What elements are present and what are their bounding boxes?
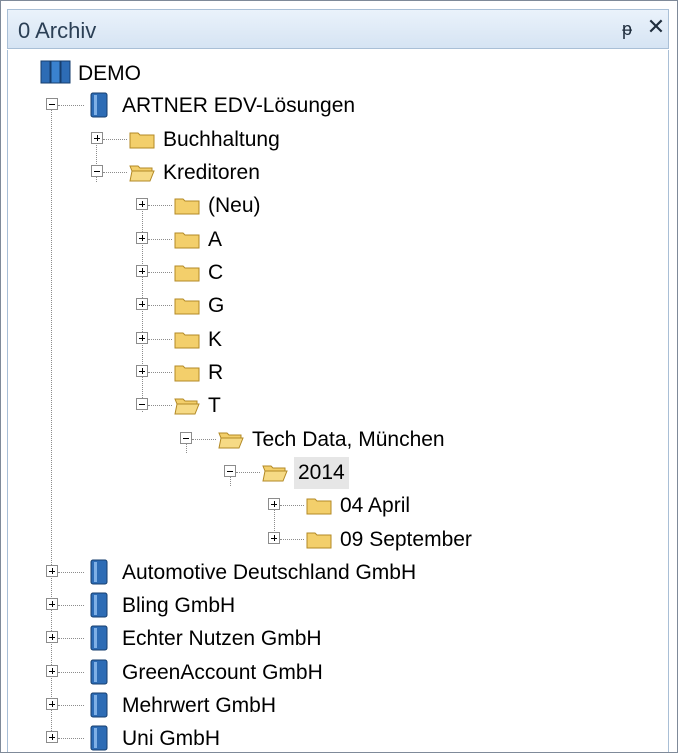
folder-icon (306, 498, 332, 515)
collapse-icon[interactable] (136, 398, 148, 410)
folder-icon (174, 198, 200, 215)
expand-icon[interactable] (268, 498, 280, 510)
tree-item-label: (Neu) (208, 194, 261, 217)
tree-item-label-selected: 2014 (294, 457, 349, 489)
tree-item-label: 09 September (340, 528, 472, 551)
expand-icon[interactable] (46, 598, 58, 610)
panel-title: 0 Archiv (18, 18, 97, 43)
book-icon (90, 725, 108, 751)
open-folder-icon (174, 398, 200, 415)
folder-icon (174, 365, 200, 382)
expand-icon[interactable] (136, 332, 148, 344)
collapse-icon[interactable] (180, 432, 192, 444)
collapse-icon[interactable] (91, 165, 103, 177)
close-icon[interactable]: ✕ (645, 14, 667, 40)
tree-item-label: Echter Nutzen GmbH (122, 627, 322, 650)
database-icon (40, 60, 71, 84)
open-folder-icon (218, 432, 244, 449)
open-folder-icon (262, 465, 288, 482)
expand-icon[interactable] (46, 731, 58, 743)
panel-titlebar: 0 Archiv ᵽ ✕ (7, 9, 669, 49)
tree-item-label: K (208, 328, 223, 351)
tree-item-label: A (208, 228, 223, 251)
book-icon (90, 92, 108, 118)
expand-icon[interactable] (136, 265, 148, 277)
collapse-icon[interactable] (224, 465, 236, 477)
tree-item-label: Uni GmbH (122, 727, 221, 750)
open-folder-icon (129, 165, 155, 182)
expand-icon[interactable] (91, 132, 103, 144)
tree-item-label: Kreditoren (163, 161, 260, 184)
tree-item-label: C (208, 261, 224, 284)
book-icon (90, 625, 108, 651)
tree-item-label: R (208, 361, 224, 384)
expand-icon[interactable] (268, 532, 280, 544)
tree-root-label: DEMO (78, 62, 141, 85)
folder-icon (174, 332, 200, 349)
book-icon (90, 559, 108, 585)
expand-icon[interactable] (46, 665, 58, 677)
expand-icon[interactable] (46, 565, 58, 577)
expand-icon[interactable] (136, 365, 148, 377)
expand-icon[interactable] (136, 198, 148, 210)
expand-icon[interactable] (136, 232, 148, 244)
expand-icon[interactable] (136, 298, 148, 310)
tree-item-label: Bling GmbH (122, 594, 236, 617)
tree-item-label: Buchhaltung (163, 128, 280, 151)
expand-icon[interactable] (46, 698, 58, 710)
collapse-icon[interactable] (46, 98, 58, 110)
tree-item-label: ARTNER EDV-Lösungen (122, 94, 356, 117)
tree-item-label: Mehrwert GmbH (122, 694, 277, 717)
book-icon (90, 692, 108, 718)
tree-item-label: G (208, 294, 225, 317)
folder-icon (174, 265, 200, 282)
folder-icon (174, 232, 200, 249)
tree-item-label: 04 April (340, 494, 411, 517)
book-icon (90, 659, 108, 685)
folder-icon (129, 132, 155, 149)
expand-icon[interactable] (46, 631, 58, 643)
tree-item-label: T (208, 394, 221, 417)
folder-icon (306, 532, 332, 549)
folder-icon (174, 298, 200, 315)
archive-tree: DEMO ARTNER EDV-Lösungen Buchhaltung Kre… (7, 50, 669, 752)
tree-item-label: Automotive Deutschland GmbH (122, 561, 417, 584)
pin-icon[interactable]: ᵽ (617, 16, 637, 42)
book-icon (90, 592, 108, 618)
tree-item-label: Tech Data, München (252, 428, 445, 451)
tree-item-label: GreenAccount GmbH (122, 661, 323, 684)
archive-panel: 0 Archiv ᵽ ✕ DEMO ARTNER EDV-Lösungen Bu… (0, 0, 678, 753)
